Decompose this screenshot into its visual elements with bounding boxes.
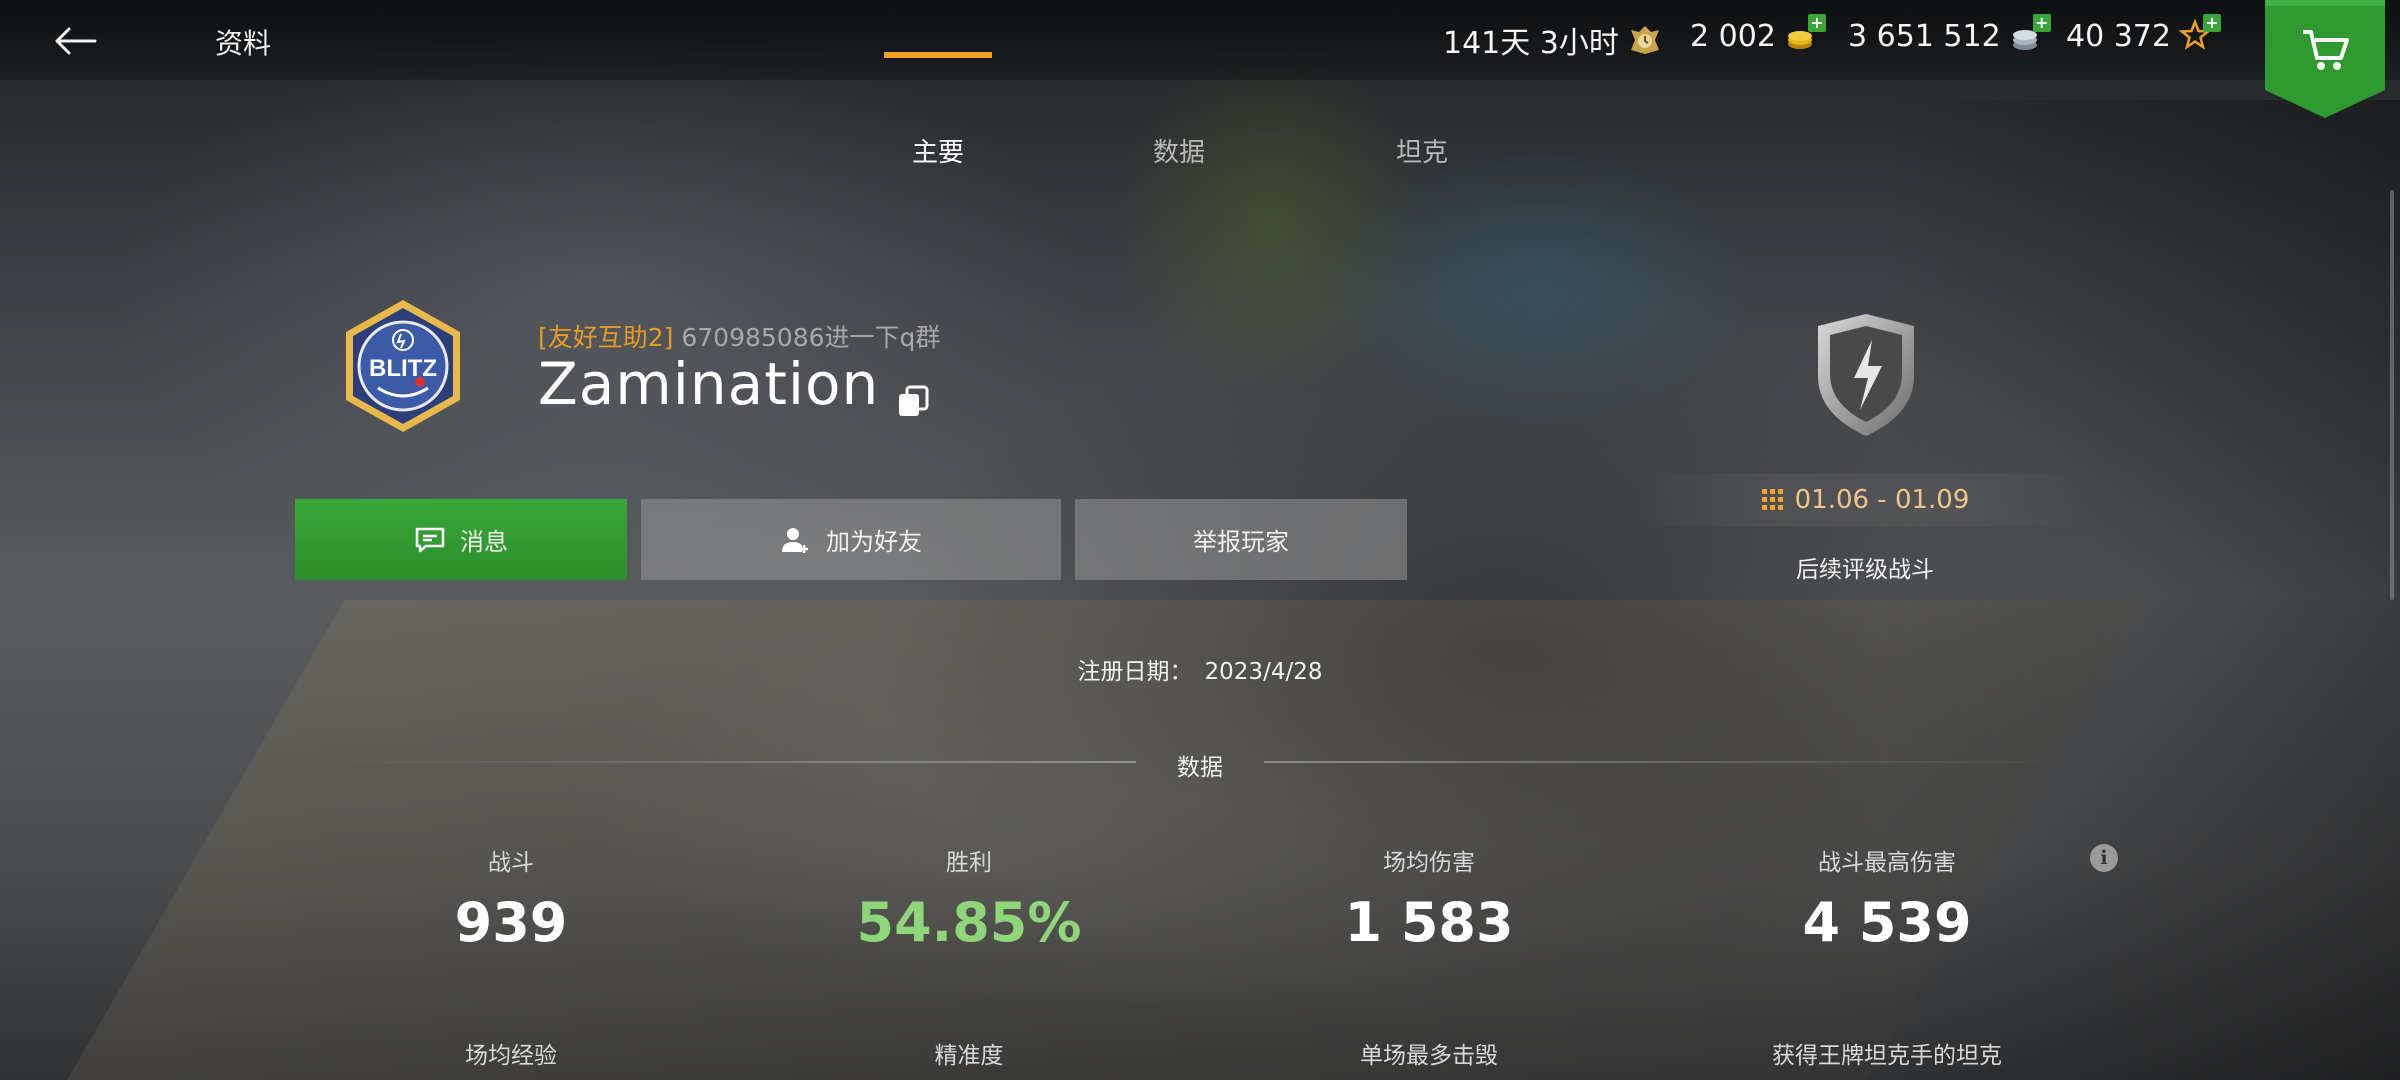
stat-ace-tanks-label: 获得王牌坦克手的坦克 xyxy=(1772,1043,2002,1069)
plus-icon: + xyxy=(2202,14,2221,32)
active-tab-indicator xyxy=(884,52,992,58)
stat-average-xp-label: 场均经验 xyxy=(465,1043,557,1069)
section-title: 数据 xyxy=(1177,755,1223,781)
premium-time-icon xyxy=(1627,22,1663,58)
tab-tanks[interactable]: 坦克 xyxy=(1362,132,1482,169)
info-icon[interactable]: i xyxy=(2090,844,2118,872)
stat-max-kills-label: 单场最多击毁 xyxy=(1360,1043,1498,1069)
star-icon: + xyxy=(2178,14,2221,54)
page-title: 资料 xyxy=(215,27,272,60)
clan-emblem[interactable]: BLITZ xyxy=(338,296,468,436)
credits-counter[interactable]: 3 651 512 + xyxy=(1848,14,2051,54)
stat-accuracy-label: 精准度 xyxy=(934,1043,1004,1069)
add-user-icon xyxy=(782,527,808,553)
tab-statistics[interactable]: 数据 xyxy=(1119,132,1239,169)
top-bar: 资料 141天 3小时 2 002 + 3 651 512 + 40 372 + xyxy=(0,0,2400,118)
rating-season-dates: 01.06 - 01.09 xyxy=(1640,474,2090,526)
message-button[interactable]: 消息 xyxy=(295,499,627,580)
add-friend-button[interactable]: 加为好友 xyxy=(641,499,1061,580)
plus-icon: + xyxy=(1807,14,1826,32)
report-player-button[interactable]: 举报玩家 xyxy=(1075,499,1407,580)
premium-time-counter[interactable]: 141天 3小时 xyxy=(1443,18,1663,62)
back-button[interactable] xyxy=(40,16,110,66)
chat-icon xyxy=(415,527,445,552)
player-name: Zamination xyxy=(538,350,931,418)
clan-description: 670985086进一下q群 xyxy=(681,323,941,352)
tab-main[interactable]: 主要 xyxy=(878,132,998,169)
gold-counter[interactable]: 2 002 + xyxy=(1690,14,1826,54)
scrollbar[interactable] xyxy=(2390,190,2394,600)
free-xp-counter[interactable]: 40 372 + xyxy=(2066,14,2221,54)
stat-max-damage: 战斗最高伤害 4 539 xyxy=(1802,850,1972,954)
stat-win-rate: 胜利 54.85% xyxy=(856,850,1082,954)
arrow-left-icon xyxy=(55,27,97,55)
clan-info[interactable]: [友好互助2] 670985086进一下q群 xyxy=(538,318,940,354)
gold-icon: + xyxy=(1784,14,1826,54)
calendar-icon xyxy=(1761,489,1783,510)
plus-icon: + xyxy=(2032,14,2051,32)
divider xyxy=(1264,761,2070,763)
divider xyxy=(330,761,1136,763)
registration-date: 注册日期： 2023/4/28 xyxy=(1077,659,1323,685)
stat-average-damage: 场均伤害 1 583 xyxy=(1344,850,1514,954)
svg-text:BLITZ: BLITZ xyxy=(369,355,437,382)
shop-button[interactable] xyxy=(2265,0,2385,118)
clan-tag: [友好互助2] xyxy=(538,323,674,352)
credits-icon: + xyxy=(2009,14,2051,54)
rating-shield-icon xyxy=(1810,310,1922,440)
stat-battles: 战斗 939 xyxy=(454,850,568,954)
rating-status-label: 后续评级战斗 xyxy=(1796,557,1934,583)
copy-icon[interactable] xyxy=(895,366,931,416)
